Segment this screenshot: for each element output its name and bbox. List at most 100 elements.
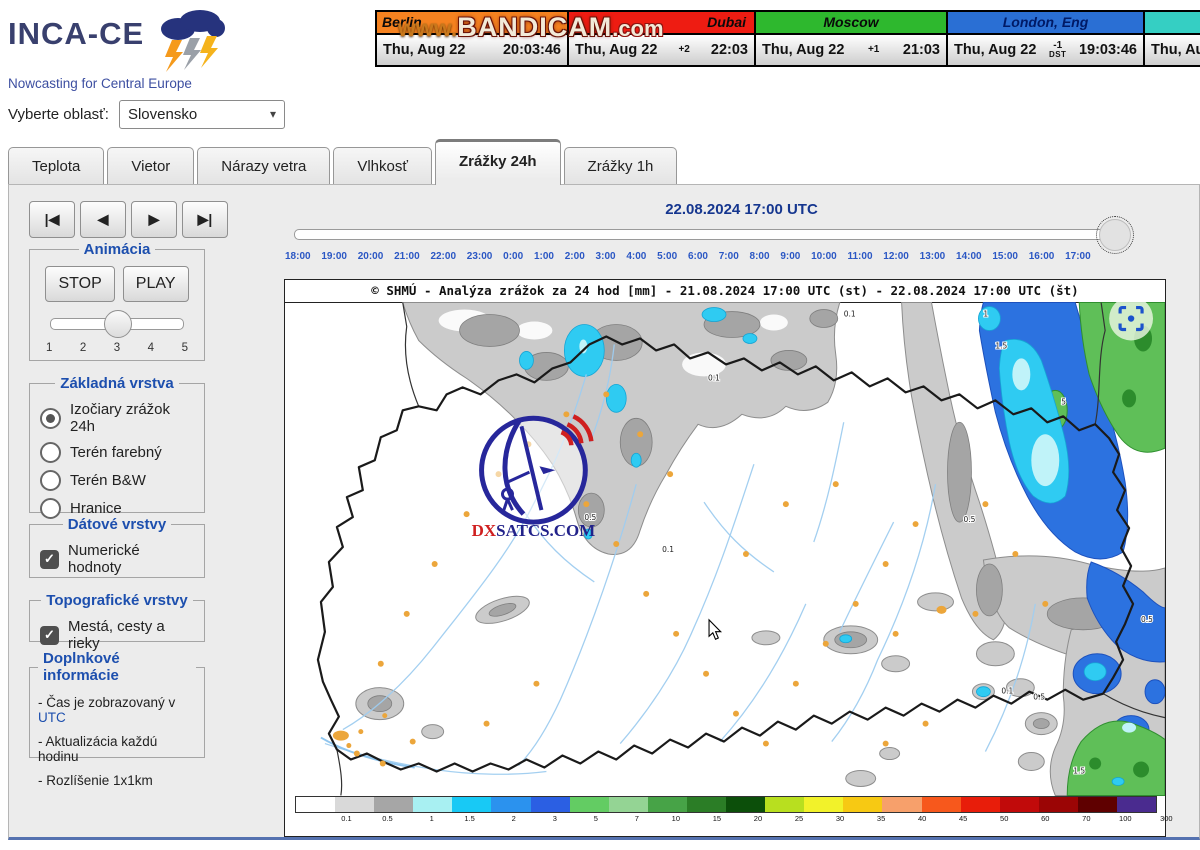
- animation-legend: Animácia: [79, 241, 156, 258]
- scale-segment: [1039, 797, 1078, 812]
- region-label: Vyberte oblasť:: [8, 106, 109, 123]
- speed-scale: 1 2 3 4 5: [46, 342, 188, 354]
- map-title: © SHMÚ - Analýza zrážok za 24 hod [mm] -…: [285, 280, 1165, 303]
- checkbox-checked-icon[interactable]: ✓: [40, 550, 59, 569]
- clock-city: Rabat: [1145, 12, 1200, 35]
- clock-time-row: Thu, Aug: [1145, 35, 1200, 65]
- info-line-resolution: - Rozlíšenie 1x1km: [38, 773, 196, 788]
- world-clock-bar: Berlin Thu, Aug 22 20:03:46 Dubai Thu, A…: [375, 10, 1200, 67]
- time-tick: 7:00: [719, 251, 739, 262]
- tab-bar: Teplota Vietor Nárazy vetra Vlhkosť Zráž…: [8, 145, 680, 185]
- region-select[interactable]: Slovensko ▾: [119, 100, 285, 129]
- play-button[interactable]: PLAY: [123, 266, 189, 302]
- scale-segment: [570, 797, 609, 812]
- scale-segment: [843, 797, 882, 812]
- tab-narazy-vetra[interactable]: Nárazy vetra: [197, 147, 330, 185]
- svg-text:1: 1: [983, 310, 988, 319]
- mouse-cursor: [709, 620, 721, 639]
- timeline-tick-labels: 18:00 19:00 20:00 21:00 22:00 23:00 0:00…: [285, 251, 1091, 262]
- svg-text:0.5: 0.5: [1141, 615, 1153, 624]
- time-tick: 18:00: [285, 251, 311, 262]
- clock-time-row: Thu, Aug 22 +1 21:03: [756, 35, 946, 65]
- svg-text:0.5: 0.5: [1033, 693, 1045, 702]
- svg-text:0.1: 0.1: [708, 373, 720, 382]
- scale-segment: [374, 797, 413, 812]
- scale-segment: [335, 797, 374, 812]
- chevron-down-icon: ▾: [270, 107, 276, 121]
- radio-icon[interactable]: [40, 442, 61, 463]
- tab-vietor[interactable]: Vietor: [107, 147, 194, 185]
- timeline-slider-handle[interactable]: [1099, 219, 1131, 251]
- first-frame-button[interactable]: |◀: [29, 201, 75, 238]
- checkbox-numericke-hodnoty[interactable]: ✓ Numerické hodnoty: [40, 542, 194, 576]
- time-tick: 13:00: [920, 251, 946, 262]
- svg-text:DXSATCS.COM: DXSATCS.COM: [472, 521, 596, 540]
- clock-cell-berlin: Berlin Thu, Aug 22 20:03:46: [375, 10, 569, 67]
- checkbox-checked-icon[interactable]: ✓: [40, 626, 59, 645]
- radio-izociary-zrazok-24h[interactable]: Izočiary zrážok 24h: [40, 401, 194, 435]
- time-tick: 15:00: [992, 251, 1018, 262]
- time-tick: 17:00: [1065, 251, 1091, 262]
- scale-segment: [765, 797, 804, 812]
- scale-segment: [609, 797, 648, 812]
- svg-text:0.1: 0.1: [1001, 687, 1013, 696]
- time-tick: 22:00: [430, 251, 456, 262]
- time-tick: 8:00: [750, 251, 770, 262]
- clock-city: Moscow: [756, 12, 946, 35]
- checkbox-mesta-cesty-rieky[interactable]: ✓ Mestá, cesty a rieky: [40, 618, 194, 652]
- scale-segment: [648, 797, 687, 812]
- precipitation-map[interactable]: © SHMÚ - Analýza zrážok za 24 hod [mm] -…: [284, 279, 1166, 837]
- scale-segment: [1117, 797, 1156, 812]
- clock-city: London, Eng: [948, 12, 1143, 35]
- scale-segment: [726, 797, 765, 812]
- tab-content-panel: |◀ ◀ ▶ ▶| Animácia STOP PLAY 1 2 3 4 5 Z…: [8, 184, 1200, 840]
- time-tick: 9:00: [780, 251, 800, 262]
- frame-nav-buttons: |◀ ◀ ▶ ▶|: [29, 201, 228, 238]
- clock-time-row: Thu, Aug 22 -1DST 19:03:46: [948, 35, 1143, 65]
- radio-teren-farebny[interactable]: Terén farebný: [40, 442, 194, 463]
- time-tick: 10:00: [811, 251, 837, 262]
- time-tick: 20:00: [358, 251, 384, 262]
- logo-subtitle: Nowcasting for Central Europe: [8, 76, 268, 91]
- tab-vlhkost[interactable]: Vlhkosť: [333, 147, 432, 185]
- scale-segment: [296, 797, 335, 812]
- map-canvas: 0.1 0.1 0.5 0.1 1 1.5 5 0.5 0.1 0.5 1.5 …: [285, 302, 1165, 796]
- radio-teren-bw[interactable]: Terén B&W: [40, 470, 194, 491]
- utc-link[interactable]: UTC: [38, 710, 66, 725]
- clock-city: Dubai: [569, 12, 754, 35]
- scale-tick-labels: 0.1 0.5 1 1.5 2 3 5 7 10 15 20 25 30 35 …: [295, 814, 1157, 825]
- timeline-current-time: 22.08.2024 17:00 UTC: [289, 201, 1194, 218]
- radio-icon[interactable]: [40, 408, 61, 429]
- scale-segment: [687, 797, 726, 812]
- speed-slider-handle[interactable]: [104, 310, 132, 338]
- info-line-utc: - Čas je zobrazovaný v UTC: [38, 695, 196, 725]
- region-select-value: Slovensko: [128, 106, 197, 123]
- animation-speed-slider[interactable]: [50, 318, 184, 330]
- scale-segment: [452, 797, 491, 812]
- clock-time-row: Thu, Aug 22 20:03:46: [377, 35, 567, 65]
- timeline-slider-track[interactable]: [294, 229, 1105, 240]
- stop-button[interactable]: STOP: [45, 266, 114, 302]
- time-tick: 14:00: [956, 251, 982, 262]
- tab-zrazky-24h[interactable]: Zrážky 24h: [435, 139, 561, 185]
- scale-segment: [491, 797, 530, 812]
- last-frame-button[interactable]: ▶|: [182, 201, 228, 238]
- scale-segment: [804, 797, 843, 812]
- clock-cell-london: London, Eng Thu, Aug 22 -1DST 19:03:46: [946, 10, 1145, 67]
- time-tick: 16:00: [1029, 251, 1055, 262]
- tab-teplota[interactable]: Teplota: [8, 147, 104, 185]
- base-layer-fieldset: Základná vrstva Izočiary zrážok 24h Teré…: [29, 375, 205, 513]
- data-layers-fieldset: Dátové vrstvy ✓ Numerické hodnoty: [29, 516, 205, 578]
- svg-text:1.5: 1.5: [1073, 766, 1085, 775]
- inca-ce-page: INCA-CE Nowcasting for Central Europe Be…: [0, 0, 1200, 850]
- topo-layers-legend: Topografické vrstvy: [41, 592, 192, 609]
- next-frame-button[interactable]: ▶: [131, 201, 177, 238]
- time-tick: 11:00: [847, 251, 872, 262]
- clock-cell-dubai: Dubai Thu, Aug 22 +2 22:03: [567, 10, 756, 67]
- scale-segment: [922, 797, 961, 812]
- info-line-update: - Aktualizácia každú hodinu: [38, 734, 196, 764]
- radio-icon[interactable]: [40, 470, 61, 491]
- tab-zrazky-1h[interactable]: Zrážky 1h: [564, 147, 678, 185]
- svg-text:0.1: 0.1: [662, 545, 674, 554]
- previous-frame-button[interactable]: ◀: [80, 201, 126, 238]
